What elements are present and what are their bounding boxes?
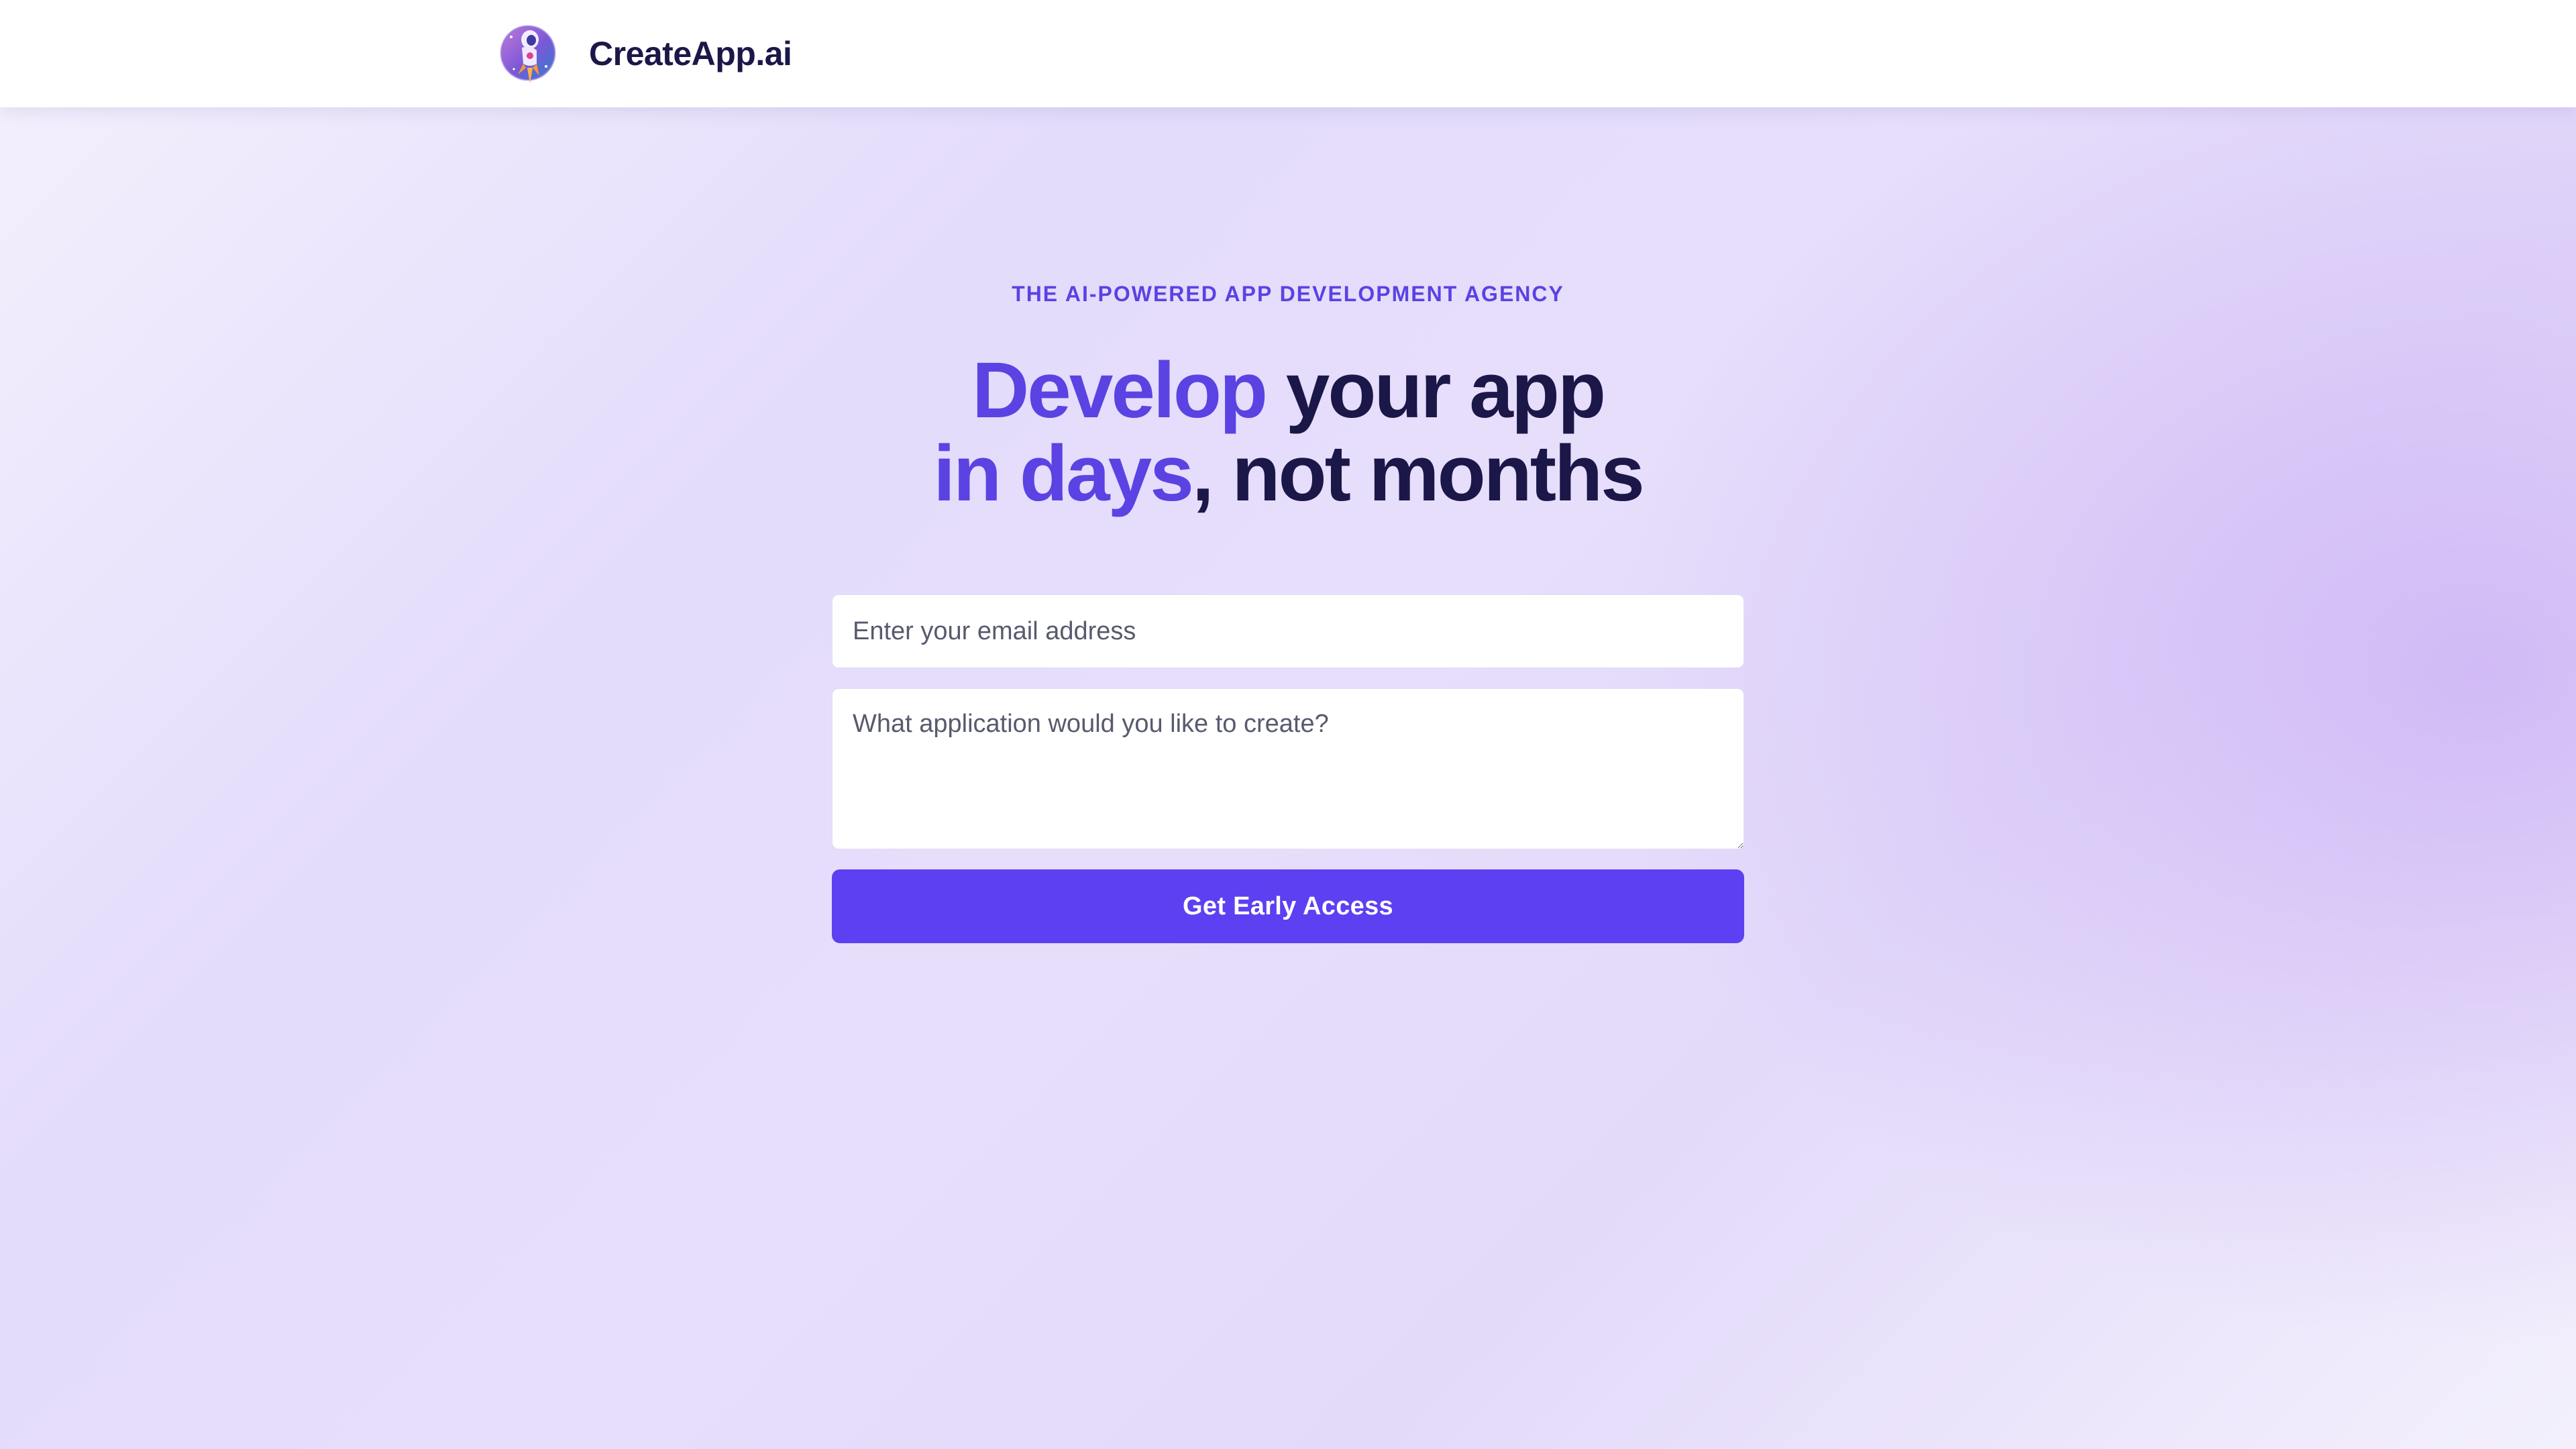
brand-link[interactable]: CreateApp.ai — [498, 17, 792, 90]
rocket-astronaut-logo-icon — [500, 25, 556, 84]
hero-headline: Develop your app in days, not months — [0, 349, 2576, 515]
headline-text-not-months: , not months — [1191, 429, 1645, 518]
get-early-access-button[interactable]: Get Early Access — [832, 869, 1744, 943]
top-navbar: CreateApp.ai — [0, 0, 2576, 107]
app-idea-textarea[interactable] — [832, 688, 1744, 849]
headline-line-2: in days, not months — [933, 429, 1645, 518]
early-access-form: Get Early Access — [832, 594, 1744, 943]
headline-accent-in-days: in days — [933, 429, 1194, 518]
email-input[interactable] — [832, 594, 1744, 668]
headline-accent-develop: Develop — [971, 346, 1268, 435]
brand-name: CreateApp.ai — [589, 35, 792, 72]
headline-text-your-app: your app — [1265, 346, 1606, 435]
headline-line-1: Develop your app — [971, 346, 1606, 435]
hero-eyebrow: THE AI-POWERED APP DEVELOPMENT AGENCY — [1012, 282, 1564, 306]
